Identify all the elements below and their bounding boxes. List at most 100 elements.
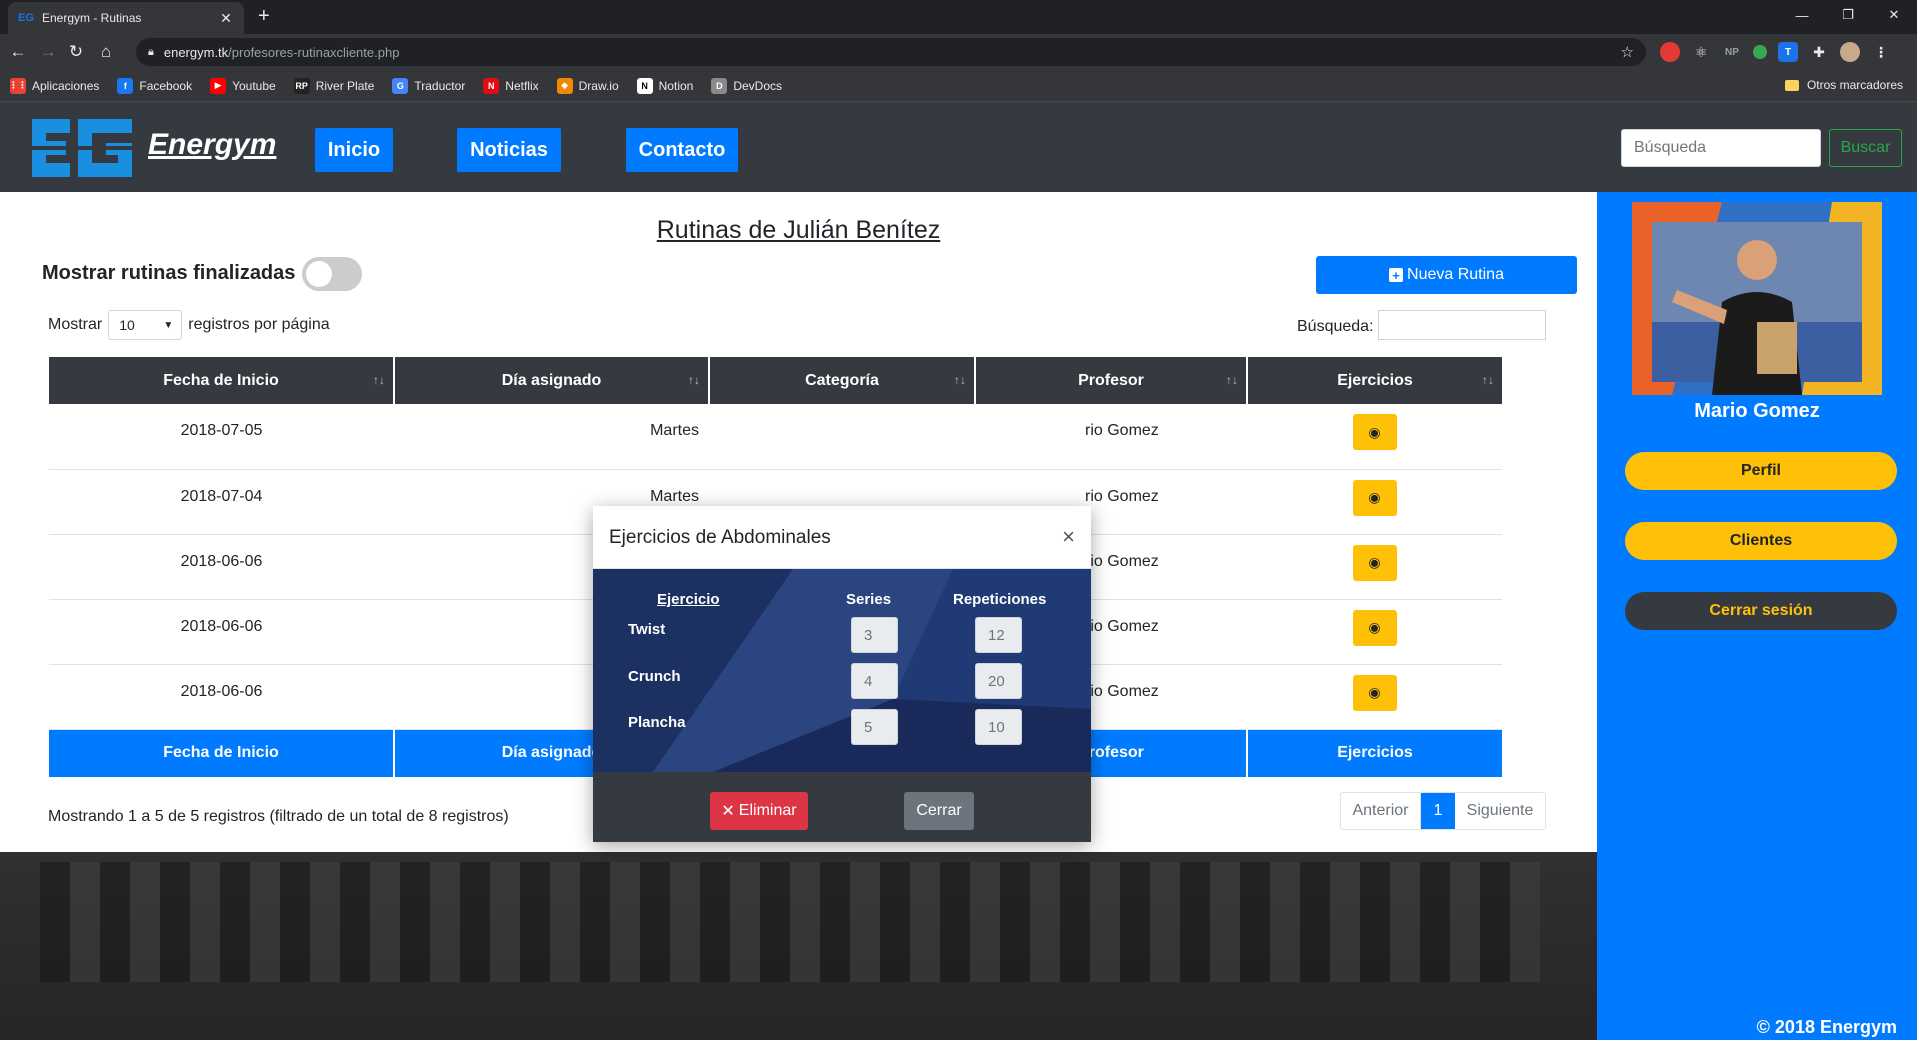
view-exercises-button[interactable]: ◉ bbox=[1352, 414, 1397, 450]
col-header-profesor-label: Profesor bbox=[1078, 371, 1144, 389]
profile-avatar-icon[interactable] bbox=[1840, 42, 1860, 62]
bookmark-aplicaciones[interactable]: ⋮⋮ Aplicaciones bbox=[9, 77, 100, 94]
address-bar[interactable]: 🔒︎ energym.tk/profesores-rutinaxcliente.… bbox=[136, 38, 1646, 66]
facebook-icon: f bbox=[117, 77, 134, 94]
nav-contacto[interactable]: Contacto bbox=[626, 128, 738, 172]
reload-icon[interactable]: ↻ bbox=[66, 42, 86, 62]
exercise-name: Twist bbox=[628, 621, 666, 638]
notion-icon: N bbox=[636, 77, 653, 94]
close-modal-button[interactable]: Cerrar bbox=[904, 792, 974, 830]
t-extension-icon[interactable]: T bbox=[1778, 42, 1798, 62]
site-search-button[interactable]: Buscar bbox=[1829, 129, 1902, 167]
view-exercises-button[interactable]: ◉ bbox=[1352, 609, 1397, 646]
page-length-select[interactable]: 10 ▼ bbox=[108, 310, 183, 340]
logout-button[interactable]: Cerrar sesión bbox=[1625, 592, 1897, 630]
browser-tabbar: EG Energym - Rutinas ✕ + — ❐ ✕ bbox=[0, 0, 1917, 34]
new-routine-button[interactable]: + Nueva Rutina bbox=[1316, 256, 1577, 294]
pagination: Anterior 1 Siguiente bbox=[1340, 792, 1546, 830]
bookmark-netflix[interactable]: N Netflix bbox=[483, 77, 539, 94]
professor-name: Mario Gomez bbox=[1694, 400, 1820, 422]
eye-icon: ◉ bbox=[1368, 489, 1381, 505]
table-info: Mostrando 1 a 5 de 5 registros (filtrado… bbox=[48, 808, 509, 825]
site: Energym Inicio Noticias Contacto Buscar … bbox=[0, 102, 1917, 1040]
url-path: /profesores-rutinaxcliente.php bbox=[228, 44, 400, 60]
river-plate-icon: RP bbox=[293, 77, 310, 94]
bookmark-youtube[interactable]: ▶ Youtube bbox=[210, 77, 276, 94]
minimize-icon[interactable]: — bbox=[1779, 0, 1825, 30]
pagination-next[interactable]: Siguiente bbox=[1455, 793, 1545, 829]
pagination-prev[interactable]: Anterior bbox=[1341, 793, 1421, 829]
nav-noticias[interactable]: Noticias bbox=[457, 128, 561, 172]
tab-title: Energym - Rutinas bbox=[42, 11, 142, 25]
pagination-page-1[interactable]: 1 bbox=[1421, 793, 1455, 829]
profile-sidebar: Mario Gomez Perfil Clientes Cerrar sesió… bbox=[1597, 192, 1917, 1040]
react-extension-icon[interactable]: ⚛ bbox=[1691, 42, 1711, 62]
bookmark-label: Traductor bbox=[414, 78, 466, 93]
bookmark-river-plate[interactable]: RP River Plate bbox=[293, 77, 375, 94]
clients-button[interactable]: Clientes bbox=[1625, 522, 1897, 560]
profile-button[interactable]: Perfil bbox=[1625, 452, 1897, 490]
sort-icon: ↑↓ bbox=[373, 373, 385, 387]
drawio-icon: ◆ bbox=[556, 77, 573, 94]
browser-tab[interactable]: EG Energym - Rutinas ✕ bbox=[8, 2, 244, 34]
brand-name[interactable]: Energym bbox=[148, 128, 276, 162]
cell-dia: Martes bbox=[394, 404, 709, 470]
energym-favicon-icon: EG bbox=[18, 12, 34, 24]
puzzle-extensions-icon[interactable]: ✚ bbox=[1809, 42, 1829, 62]
green-extension-icon[interactable] bbox=[1753, 45, 1767, 59]
modal-close-icon[interactable]: × bbox=[1062, 524, 1075, 550]
home-icon[interactable]: ⌂ bbox=[96, 42, 116, 62]
bookmark-label: Aplicaciones bbox=[32, 78, 100, 93]
col-header-categoria[interactable]: Categoría ↑↓ bbox=[709, 357, 976, 404]
bookmark-label: Notion bbox=[658, 78, 694, 93]
view-exercises-button[interactable]: ◉ bbox=[1352, 479, 1397, 516]
bookmark-devdocs[interactable]: D DevDocs bbox=[711, 77, 782, 94]
footer-ejercicios: Ejercicios bbox=[1247, 729, 1502, 777]
bookmark-traductor[interactable]: G Traductor bbox=[392, 77, 466, 94]
table-filter-input[interactable] bbox=[1378, 310, 1546, 340]
bookmark-label: River Plate bbox=[315, 78, 375, 93]
site-search-input[interactable] bbox=[1621, 129, 1821, 167]
col-header-fecha[interactable]: Fecha de Inicio ↑↓ bbox=[49, 357, 395, 404]
header-ejercicio: Ejercicio bbox=[657, 591, 720, 608]
cell-ejercicios: ◉ bbox=[1247, 469, 1502, 535]
other-bookmarks[interactable]: Otros marcadores bbox=[1784, 78, 1903, 92]
header-repeticiones: Repeticiones bbox=[953, 591, 1047, 608]
finished-routines-toggle[interactable] bbox=[302, 257, 362, 291]
bookmark-notion[interactable]: N Notion bbox=[636, 77, 694, 94]
tab-close-icon[interactable]: ✕ bbox=[218, 10, 234, 27]
cell-ejercicios: ◉ bbox=[1247, 599, 1502, 665]
kebab-menu-icon[interactable]: ⋮ bbox=[1871, 42, 1891, 62]
new-tab-icon[interactable]: + bbox=[258, 6, 270, 26]
restore-icon[interactable]: ❐ bbox=[1825, 0, 1871, 30]
forward-icon[interactable]: → bbox=[38, 42, 58, 62]
nav-inicio[interactable]: Inicio bbox=[315, 128, 393, 172]
modal-footer: ✕ Eliminar Cerrar bbox=[593, 772, 1091, 842]
window-close-icon[interactable]: ✕ bbox=[1871, 0, 1917, 30]
col-header-dia[interactable]: Día asignado ↑↓ bbox=[394, 357, 710, 404]
col-header-profesor[interactable]: Profesor ↑↓ bbox=[975, 357, 1248, 404]
col-header-ejercicios[interactable]: Ejercicios ↑↓ bbox=[1247, 357, 1502, 404]
eye-icon: ◉ bbox=[1368, 554, 1381, 570]
cell-fecha: 2018-07-04 bbox=[49, 469, 394, 535]
bookmark-star-icon[interactable]: ☆ bbox=[1621, 43, 1634, 61]
adblock-extension-icon[interactable] bbox=[1660, 42, 1680, 62]
view-exercises-button[interactable]: ◉ bbox=[1352, 674, 1397, 711]
bookmarks-bar: ⋮⋮ Aplicaciones f Facebook ▶ Youtube RP River P… bbox=[0, 70, 1917, 102]
delete-routine-button[interactable]: ✕ Eliminar bbox=[710, 792, 808, 830]
browser-toolbar: ← → ↻ ⌂ 🔒︎ energym.tk/profesores-rutinax… bbox=[0, 34, 1917, 70]
sort-icon: ↑↓ bbox=[1226, 373, 1238, 387]
cell-fecha: 2018-06-06 bbox=[49, 534, 394, 600]
show-suffix: registros por página bbox=[188, 316, 330, 333]
energym-logo-icon[interactable] bbox=[14, 113, 138, 183]
apps-grid-icon: ⋮⋮ bbox=[9, 77, 27, 94]
np-extension-icon[interactable]: NP bbox=[1722, 42, 1742, 62]
series-field: 5 bbox=[851, 709, 898, 745]
chevron-down-icon: ▼ bbox=[163, 319, 174, 331]
bookmark-draw-io[interactable]: ◆ Draw.io bbox=[556, 77, 619, 94]
back-icon[interactable]: ← bbox=[8, 42, 28, 62]
bookmark-facebook[interactable]: f Facebook bbox=[117, 77, 192, 94]
x-icon: ✕ bbox=[721, 803, 735, 820]
view-exercises-button[interactable]: ◉ bbox=[1352, 544, 1397, 581]
exercise-name: Plancha bbox=[628, 714, 686, 731]
